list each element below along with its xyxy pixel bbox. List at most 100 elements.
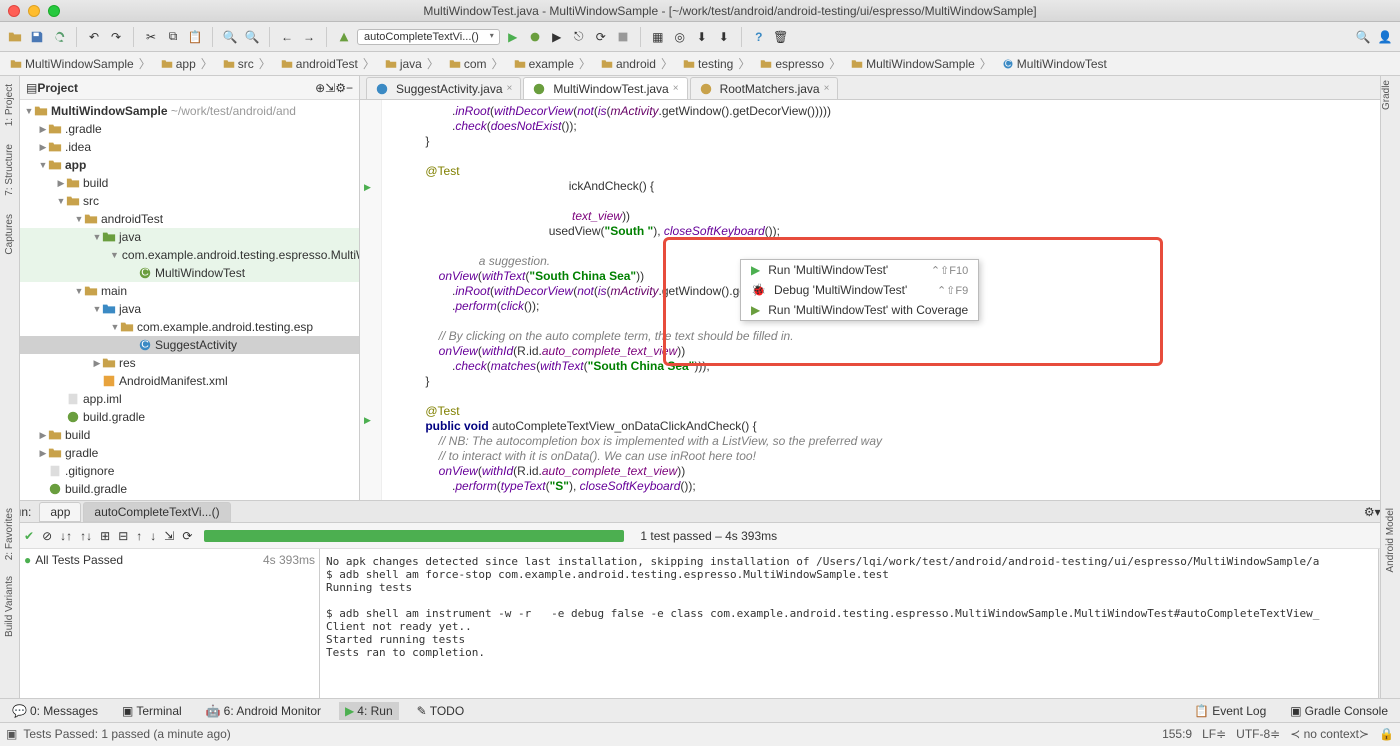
collapse-icon[interactable]: ⇲	[325, 81, 335, 95]
build-icon[interactable]	[335, 28, 353, 46]
sync-icon[interactable]	[50, 28, 68, 46]
terminal-tool-button[interactable]: ▣ Terminal	[116, 702, 188, 720]
line-ending[interactable]: LF≑	[1202, 727, 1226, 741]
run-gutter-icon[interactable]: ▶	[364, 180, 371, 195]
maximize-window-button[interactable]	[48, 5, 60, 17]
editor-gutter[interactable]: ▶ ▶	[360, 100, 382, 500]
run-icon[interactable]: ▶	[504, 28, 522, 46]
buildvariants-tool-button[interactable]: Build Variants	[4, 572, 15, 641]
status-icon[interactable]: ▣	[6, 727, 17, 741]
close-tab-icon[interactable]: ×	[673, 83, 679, 94]
user-icon[interactable]: 👤	[1376, 28, 1394, 46]
tree-node[interactable]: ▼com.example.android.testing.espresso.Mu…	[20, 246, 359, 264]
minimize-window-button[interactable]	[28, 5, 40, 17]
tree-node[interactable]: ▶build	[20, 426, 359, 444]
gear-icon[interactable]: ⚙	[335, 81, 346, 95]
todo-tool-button[interactable]: ✎ TODO	[411, 702, 471, 720]
sort2-icon[interactable]: ↑↓	[80, 529, 92, 543]
tree-node[interactable]: ▶build	[20, 174, 359, 192]
androidmodel-tool-button[interactable]: Android Model	[1385, 504, 1396, 576]
run-tab-test[interactable]: autoCompleteTextVi...()	[83, 502, 230, 522]
find-icon[interactable]: 🔍	[221, 28, 239, 46]
run-tab-app[interactable]: app	[39, 502, 81, 522]
tree-node[interactable]: ▼main	[20, 282, 359, 300]
crumb[interactable]: app〉	[157, 55, 219, 72]
tree-node[interactable]: ▼java	[20, 300, 359, 318]
gradleconsole-button[interactable]: ▣ Gradle Console	[1284, 702, 1394, 720]
search-icon[interactable]: 🔍	[1354, 28, 1372, 46]
export-icon[interactable]: ⇲	[164, 529, 174, 543]
tree-leaf[interactable]: CMultiWindowTest	[20, 264, 359, 282]
expand-icon[interactable]: ⊞	[100, 529, 110, 543]
lock-icon[interactable]: 🔒	[1379, 727, 1394, 741]
target-icon[interactable]: ⊕	[315, 81, 325, 95]
project-combo-icon[interactable]: ▤	[26, 81, 37, 95]
tree-node[interactable]: ▼java	[20, 228, 359, 246]
save-icon[interactable]	[28, 28, 46, 46]
captures-tool-button[interactable]: Captures	[4, 210, 15, 259]
close-window-button[interactable]	[8, 5, 20, 17]
crumb[interactable]: espresso〉	[756, 55, 847, 72]
crumb[interactable]: testing〉	[679, 55, 756, 72]
next-icon[interactable]: ↓	[150, 529, 156, 543]
sdk-icon[interactable]: ⬇	[693, 28, 711, 46]
tree-leaf[interactable]: app.iml	[20, 390, 359, 408]
attach-icon[interactable]: ⎋	[570, 28, 588, 46]
android-monitor-button[interactable]: 🤖 6: Android Monitor	[200, 702, 327, 720]
context-run[interactable]: ▶Run 'MultiWindowTest'⌃⇧F10	[741, 260, 978, 280]
context[interactable]: ≺ no context≻	[1290, 727, 1369, 741]
context-debug[interactable]: 🐞Debug 'MultiWindowTest'⌃⇧F9	[741, 280, 978, 300]
tree-node[interactable]: ▼androidTest	[20, 210, 359, 228]
close-tab-icon[interactable]: ×	[824, 83, 830, 94]
stop-icon[interactable]	[614, 28, 632, 46]
redo-icon[interactable]: ↷	[107, 28, 125, 46]
test-ok-icon[interactable]: ✔	[24, 529, 34, 543]
avd-icon[interactable]: ◎	[671, 28, 689, 46]
copy-icon[interactable]: ⧉	[164, 28, 182, 46]
more-icon[interactable]: ⟳	[592, 28, 610, 46]
back-icon[interactable]: ←	[278, 28, 296, 46]
tree-node[interactable]: ▼app	[20, 156, 359, 174]
sort-icon[interactable]: ↓↑	[60, 529, 72, 543]
run-tool-button[interactable]: ▶ 4: Run	[339, 702, 399, 720]
history-icon[interactable]: ⟳	[182, 529, 192, 543]
crumb[interactable]: android〉	[597, 55, 679, 72]
cut-icon[interactable]: ✂	[142, 28, 160, 46]
messages-tool-button[interactable]: 💬 0: Messages	[6, 702, 104, 720]
tree-node[interactable]: ▶.idea	[20, 138, 359, 156]
crumb[interactable]: androidTest〉	[277, 55, 381, 72]
encoding[interactable]: UTF-8≑	[1236, 727, 1280, 741]
collapse-icon[interactable]: ⊟	[118, 529, 128, 543]
tree-root[interactable]: ▼MultiWindowSample ~/work/test/android/a…	[20, 102, 359, 120]
forward-icon[interactable]: →	[300, 28, 318, 46]
open-icon[interactable]	[6, 28, 24, 46]
eventlog-button[interactable]: 📋 Event Log	[1188, 702, 1272, 720]
undo-icon[interactable]: ↶	[85, 28, 103, 46]
tree-node[interactable]: ▶.gradle	[20, 120, 359, 138]
crumb[interactable]: MultiWindowSample〉	[847, 55, 998, 72]
tree-node[interactable]: ▶gradle	[20, 444, 359, 462]
tree-node[interactable]: ▼com.example.android.testing.esp	[20, 318, 359, 336]
prev-icon[interactable]: ↑	[136, 529, 142, 543]
uninstall-icon[interactable]: 🗑	[772, 28, 790, 46]
debug-icon[interactable]	[526, 28, 544, 46]
gradle-tool-button[interactable]: Gradle	[1381, 76, 1392, 114]
layout-icon[interactable]: ▦	[649, 28, 667, 46]
crumb[interactable]: java〉	[381, 55, 445, 72]
crumb[interactable]: CMultiWindowTest	[998, 57, 1111, 71]
close-tab-icon[interactable]: ×	[507, 83, 513, 94]
replace-icon[interactable]: 🔍	[243, 28, 261, 46]
crumb[interactable]: src〉	[219, 55, 277, 72]
paste-icon[interactable]: 📋	[186, 28, 204, 46]
profile-icon[interactable]: ▶	[548, 28, 566, 46]
help-icon[interactable]: ?	[750, 28, 768, 46]
tree-leaf[interactable]: .gitignore	[20, 462, 359, 480]
tree-node[interactable]: ▶res	[20, 354, 359, 372]
editor-tab-active[interactable]: MultiWindowTest.java×	[523, 77, 687, 99]
editor-tab[interactable]: RootMatchers.java×	[690, 77, 839, 99]
tree-leaf[interactable]: AndroidManifest.xml	[20, 372, 359, 390]
project-header-title[interactable]: Project	[37, 81, 315, 95]
tree-leaf-selected[interactable]: CSuggestActivity	[20, 336, 359, 354]
tree-leaf[interactable]: build.gradle	[20, 408, 359, 426]
sdk2-icon[interactable]: ⬇	[715, 28, 733, 46]
